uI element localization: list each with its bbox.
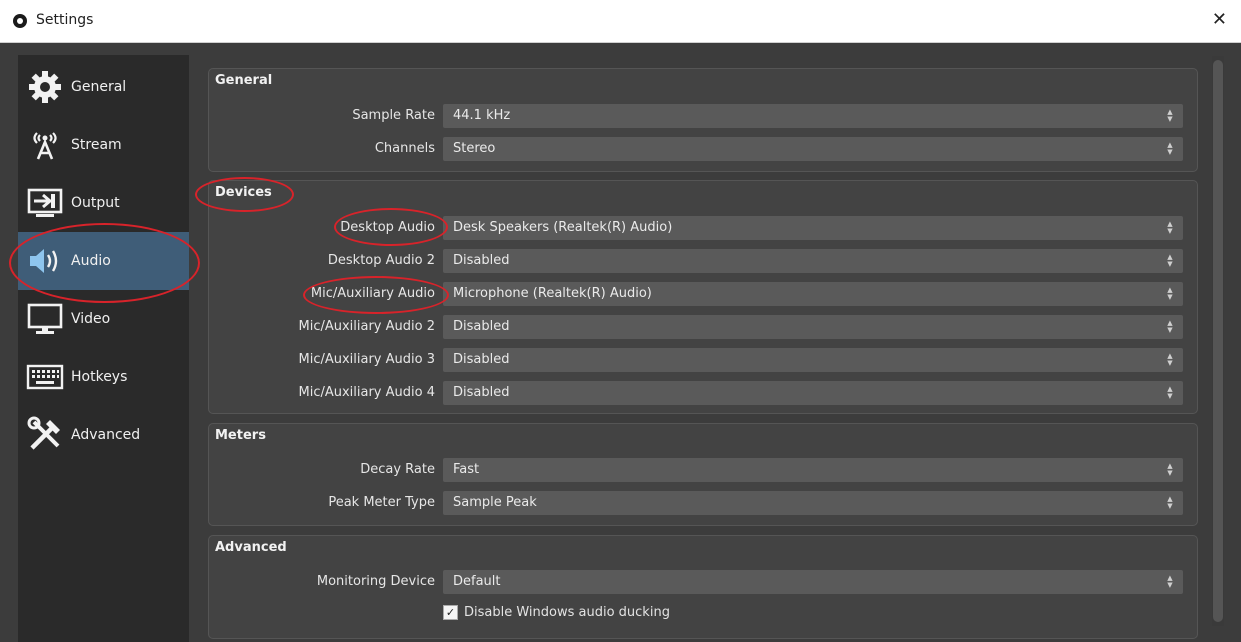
desktop-audio-2-select[interactable]: Disabled ▲ ▼	[443, 249, 1183, 273]
sidebar-item-stream[interactable]: Stream	[18, 117, 189, 173]
desktop-audio-2-row: Desktop Audio 2 Disabled ▲ ▼	[209, 249, 1197, 273]
monitor-icon	[23, 299, 67, 339]
decay-rate-select[interactable]: Fast ▲ ▼	[443, 458, 1183, 482]
settings-sidebar: General Stream Output Audio Video Hotkey…	[18, 55, 189, 642]
peak-meter-type-row: Peak Meter Type Sample Peak ▲ ▼	[209, 491, 1197, 515]
audio-settings-panel: General Sample Rate 44.1 kHz ▲ ▼ Channels…	[200, 55, 1208, 642]
updown-arrows-icon: ▲ ▼	[1167, 220, 1173, 235]
window-title: Settings	[36, 12, 94, 28]
speaker-icon	[23, 241, 67, 281]
sidebar-item-label: Output	[71, 195, 120, 211]
mic-audio-2-label: Mic/Auxiliary Audio 2	[298, 319, 435, 334]
desktop-audio-2-value: Disabled	[453, 253, 510, 268]
decay-rate-row: Decay Rate Fast ▲ ▼	[209, 458, 1197, 482]
updown-arrows-icon: ▲ ▼	[1167, 286, 1173, 301]
obs-logo-icon	[13, 14, 27, 28]
mic-audio-4-label: Mic/Auxiliary Audio 4	[298, 385, 435, 400]
mic-audio-2-value: Disabled	[453, 319, 510, 334]
sample-rate-label: Sample Rate	[352, 108, 435, 123]
mic-audio-2-row: Mic/Auxiliary Audio 2 Disabled ▲ ▼	[209, 315, 1197, 339]
mic-audio-3-row: Mic/Auxiliary Audio 3 Disabled ▲ ▼	[209, 348, 1197, 372]
mic-audio-3-label: Mic/Auxiliary Audio 3	[298, 352, 435, 367]
sidebar-item-label: General	[71, 79, 127, 95]
sample-rate-select[interactable]: 44.1 kHz ▲ ▼	[443, 104, 1183, 128]
monitoring-device-label: Monitoring Device	[316, 574, 435, 589]
sidebar-item-output[interactable]: Output	[18, 175, 189, 231]
ducking-option: ✓ Disable Windows audio ducking	[443, 602, 670, 622]
group-title: Advanced	[215, 540, 287, 555]
desktop-audio-select[interactable]: Desk Speakers (Realtek(R) Audio) ▲ ▼	[443, 216, 1183, 240]
desktop-audio-2-label: Desktop Audio 2	[327, 253, 435, 268]
group-title: General	[215, 73, 273, 88]
decay-rate-label: Decay Rate	[360, 462, 435, 477]
updown-arrows-icon: ▲ ▼	[1167, 574, 1173, 589]
mic-audio-value: Microphone (Realtek(R) Audio)	[453, 286, 652, 301]
updown-arrows-icon: ▲ ▼	[1167, 141, 1173, 156]
title-bar: Settings ✕	[0, 0, 1241, 43]
group-title: Meters	[215, 428, 266, 443]
peak-meter-type-select[interactable]: Sample Peak ▲ ▼	[443, 491, 1183, 515]
desktop-audio-value: Desk Speakers (Realtek(R) Audio)	[453, 220, 673, 235]
keyboard-icon	[23, 357, 67, 397]
sidebar-item-advanced[interactable]: Advanced	[18, 407, 189, 463]
output-icon	[23, 183, 67, 223]
sidebar-item-hotkeys[interactable]: Hotkeys	[18, 349, 189, 405]
group-title: Devices	[215, 185, 272, 200]
mic-audio-4-row: Mic/Auxiliary Audio 4 Disabled ▲ ▼	[209, 381, 1197, 405]
monitoring-device-select[interactable]: Default ▲ ▼	[443, 570, 1183, 594]
ducking-label: Disable Windows audio ducking	[464, 604, 670, 620]
decay-rate-value: Fast	[453, 462, 480, 477]
mic-audio-3-select[interactable]: Disabled ▲ ▼	[443, 348, 1183, 372]
monitoring-device-row: Monitoring Device Default ▲ ▼	[209, 570, 1197, 594]
sidebar-item-label: Stream	[71, 137, 122, 153]
sidebar-item-general[interactable]: General	[18, 59, 189, 115]
ducking-checkbox[interactable]: ✓	[443, 604, 458, 620]
mic-audio-label: Mic/Auxiliary Audio	[310, 286, 435, 301]
peak-meter-type-value: Sample Peak	[453, 495, 537, 510]
updown-arrows-icon: ▲ ▼	[1167, 495, 1173, 510]
tools-icon	[23, 415, 67, 455]
channels-select[interactable]: Stereo ▲ ▼	[443, 137, 1183, 161]
channels-label: Channels	[374, 141, 435, 156]
updown-arrows-icon: ▲ ▼	[1167, 253, 1173, 268]
sidebar-item-label: Advanced	[71, 427, 141, 443]
sample-rate-row: Sample Rate 44.1 kHz ▲ ▼	[209, 104, 1197, 128]
peak-meter-type-label: Peak Meter Type	[328, 495, 435, 510]
updown-arrows-icon: ▲ ▼	[1167, 108, 1173, 123]
sidebar-item-label: Video	[71, 311, 111, 327]
gear-icon	[23, 67, 67, 107]
updown-arrows-icon: ▲ ▼	[1167, 352, 1173, 367]
antenna-icon	[23, 125, 67, 165]
sidebar-item-label: Hotkeys	[71, 369, 128, 385]
desktop-audio-label: Desktop Audio	[340, 220, 435, 235]
updown-arrows-icon: ▲ ▼	[1167, 385, 1173, 400]
mic-audio-select[interactable]: Microphone (Realtek(R) Audio) ▲ ▼	[443, 282, 1183, 306]
close-icon[interactable]: ✕	[1212, 9, 1227, 30]
vertical-scrollbar[interactable]	[1212, 56, 1224, 626]
updown-arrows-icon: ▲ ▼	[1167, 319, 1173, 334]
updown-arrows-icon: ▲ ▼	[1167, 462, 1173, 477]
devices-group: Devices Desktop Audio Desk Speakers (Rea…	[208, 180, 1198, 414]
monitoring-device-value: Default	[453, 574, 501, 589]
scrollbar-thumb[interactable]	[1213, 60, 1223, 622]
channels-row: Channels Stereo ▲ ▼	[209, 137, 1197, 161]
mic-audio-3-value: Disabled	[453, 352, 510, 367]
mic-audio-4-value: Disabled	[453, 385, 510, 400]
meters-group: Meters Decay Rate Fast ▲ ▼ Peak Meter Typ…	[208, 423, 1198, 526]
mic-audio-2-select[interactable]: Disabled ▲ ▼	[443, 315, 1183, 339]
channels-value: Stereo	[453, 141, 496, 156]
sample-rate-value: 44.1 kHz	[453, 108, 511, 123]
general-group: General Sample Rate 44.1 kHz ▲ ▼ Channels…	[208, 68, 1198, 172]
sidebar-item-label: Audio	[71, 253, 111, 269]
mic-audio-4-select[interactable]: Disabled ▲ ▼	[443, 381, 1183, 405]
desktop-audio-row: Desktop Audio Desk Speakers (Realtek(R) …	[209, 216, 1197, 240]
mic-audio-row: Mic/Auxiliary Audio Microphone (Realtek(…	[209, 282, 1197, 306]
sidebar-item-video[interactable]: Video	[18, 291, 189, 347]
advanced-group: Advanced Monitoring Device Default ▲ ▼ ✓ …	[208, 535, 1198, 639]
sidebar-item-audio[interactable]: Audio	[18, 232, 189, 290]
